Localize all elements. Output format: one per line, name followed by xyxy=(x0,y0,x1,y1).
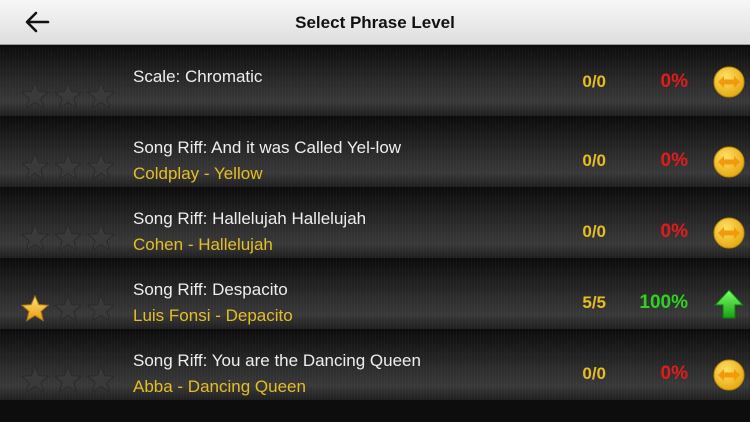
level-name: Song Riff: And it was Called Yel-low xyxy=(133,138,402,157)
level-name: Song Riff: You are the Dancing Queen xyxy=(133,351,421,370)
star-empty-icon xyxy=(53,365,83,395)
level-score: 5/5 xyxy=(582,293,606,312)
star-empty-icon xyxy=(20,81,50,111)
star-empty-icon xyxy=(86,294,116,324)
star-empty-icon xyxy=(53,294,83,324)
level-row[interactable]: Song Riff: You are the Dancing Queen Abba… xyxy=(0,329,750,400)
level-percent: 0% xyxy=(660,150,688,171)
star-empty-icon xyxy=(20,223,50,253)
star-empty-icon xyxy=(53,81,83,111)
star-empty-icon xyxy=(86,365,116,395)
level-percent: 0% xyxy=(660,71,688,92)
level-percent: 100% xyxy=(639,292,688,313)
page-title: Select Phrase Level xyxy=(295,13,455,32)
star-empty-icon xyxy=(86,81,116,111)
star-empty-icon xyxy=(20,365,50,395)
level-row[interactable]: Song Riff: And it was Called Yel-low Cold… xyxy=(0,116,750,187)
star-rating xyxy=(20,365,124,395)
star-empty-icon xyxy=(53,152,83,182)
left-right-arrow-icon[interactable] xyxy=(713,359,745,391)
level-artist: Luis Fonsi - Depacito xyxy=(133,306,293,325)
level-row[interactable]: Song Riff: Hallelujah Hallelujah Cohen - … xyxy=(0,187,750,258)
star-rating xyxy=(20,294,124,324)
level-percent: 0% xyxy=(660,221,688,242)
level-percent: 0% xyxy=(660,363,688,384)
star-rating xyxy=(20,81,124,111)
level-artist: Abba - Dancing Queen xyxy=(133,377,306,396)
level-row[interactable]: Song Riff: Despacito Luis Fonsi - Depacit… xyxy=(0,258,750,329)
star-rating xyxy=(20,152,124,182)
level-name: Scale: Chromatic xyxy=(133,67,263,86)
star-filled-icon xyxy=(20,294,50,324)
star-empty-icon xyxy=(53,223,83,253)
level-score: 0/0 xyxy=(582,151,606,170)
level-name: Song Riff: Hallelujah Hallelujah xyxy=(133,209,367,228)
level-score: 0/0 xyxy=(582,364,606,383)
level-artist: Cohen - Hallelujah xyxy=(133,235,273,254)
star-empty-icon xyxy=(86,223,116,253)
level-score: 0/0 xyxy=(582,222,606,241)
level-score: 0/0 xyxy=(582,72,606,91)
up-arrow-icon[interactable] xyxy=(713,288,745,320)
level-artist: Coldplay - Yellow xyxy=(133,164,263,183)
left-right-arrow-icon[interactable] xyxy=(713,66,745,98)
left-right-arrow-icon[interactable] xyxy=(713,146,745,178)
level-name: Song Riff: Despacito xyxy=(133,280,288,299)
level-list: Scale: Chromatic 0/0 0% Song Riff: And it w… xyxy=(0,45,750,422)
nav-bar: Select Phrase Level xyxy=(0,0,750,45)
star-rating xyxy=(20,223,124,253)
level-row[interactable]: Scale: Chromatic 0/0 0% xyxy=(0,45,750,116)
left-right-arrow-icon[interactable] xyxy=(713,217,745,249)
star-empty-icon xyxy=(86,152,116,182)
star-empty-icon xyxy=(20,152,50,182)
